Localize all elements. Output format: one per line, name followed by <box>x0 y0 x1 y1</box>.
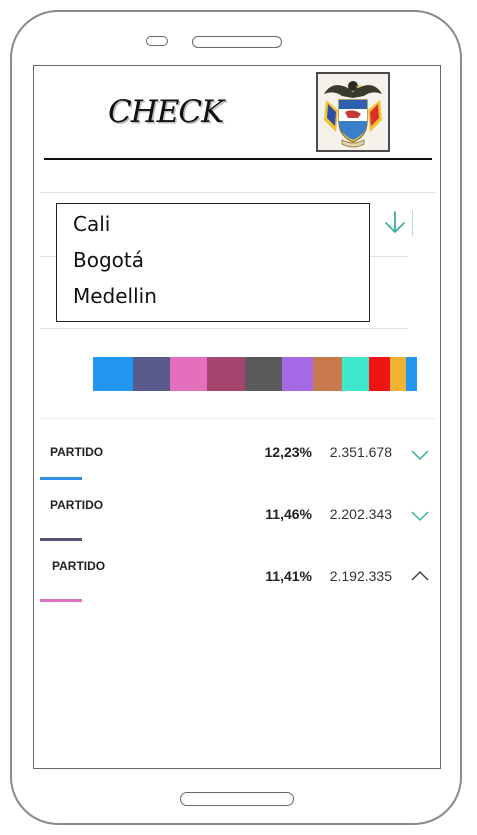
city-option-bogota[interactable]: Bogotá <box>73 244 369 280</box>
divider <box>40 328 408 329</box>
city-dropdown-list: Cali Bogotá Medellin <box>56 203 370 322</box>
distribution-segment <box>313 357 343 391</box>
party-color-line <box>40 477 82 480</box>
party-percent: 12,23% <box>264 444 312 460</box>
header-divider <box>44 158 432 160</box>
distribution-segment <box>406 357 417 391</box>
distribution-segment <box>281 357 314 391</box>
distribution-segment <box>207 357 245 391</box>
dropdown-separator <box>412 210 413 236</box>
party-percent: 11,41% <box>265 568 312 584</box>
divider <box>40 192 436 193</box>
city-option-cali[interactable]: Cali <box>73 208 369 244</box>
app-screen: CHECK Cali Bogotá Medellin PARTIDO 12,23… <box>33 65 441 769</box>
city-option-medellin[interactable]: Medellin <box>73 280 369 316</box>
party-percent: 11,46% <box>265 506 312 522</box>
earpiece-speaker <box>192 36 282 48</box>
party-name: PARTIDO <box>52 559 106 573</box>
chevron-up-icon[interactable] <box>410 569 430 581</box>
distribution-segment <box>170 357 208 391</box>
distribution-segment <box>342 357 370 391</box>
party-color-line <box>40 599 82 602</box>
chevron-down-icon[interactable] <box>410 448 430 461</box>
distribution-segment <box>390 357 407 391</box>
divider <box>40 418 436 419</box>
party-row[interactable]: PARTIDO 12,23% 2.351.678 <box>34 434 440 494</box>
party-votes: 2.202.343 <box>329 506 392 522</box>
distribution-segment <box>133 357 171 391</box>
party-name: PARTIDO <box>50 498 104 512</box>
chevron-down-icon[interactable] <box>410 509 430 522</box>
arrow-down-icon[interactable] <box>380 208 410 238</box>
camera-sensor <box>146 36 168 46</box>
party-row[interactable]: PARTIDO 11,46% 2.202.343 <box>34 494 440 554</box>
party-votes: 2.351.678 <box>329 444 392 460</box>
party-name: PARTIDO <box>50 445 104 459</box>
distribution-segment <box>369 357 391 391</box>
distribution-segment <box>244 357 282 391</box>
party-votes: 2.192.335 <box>329 568 392 584</box>
party-row[interactable]: PARTIDO 11,41% 2.192.335 <box>34 556 440 616</box>
brand-title: CHECK <box>108 94 224 130</box>
colombia-coat-of-arms-icon <box>316 72 390 152</box>
vote-distribution-bar <box>93 357 417 391</box>
party-color-line <box>40 538 82 541</box>
distribution-segment <box>93 357 134 391</box>
home-button[interactable] <box>180 792 294 806</box>
